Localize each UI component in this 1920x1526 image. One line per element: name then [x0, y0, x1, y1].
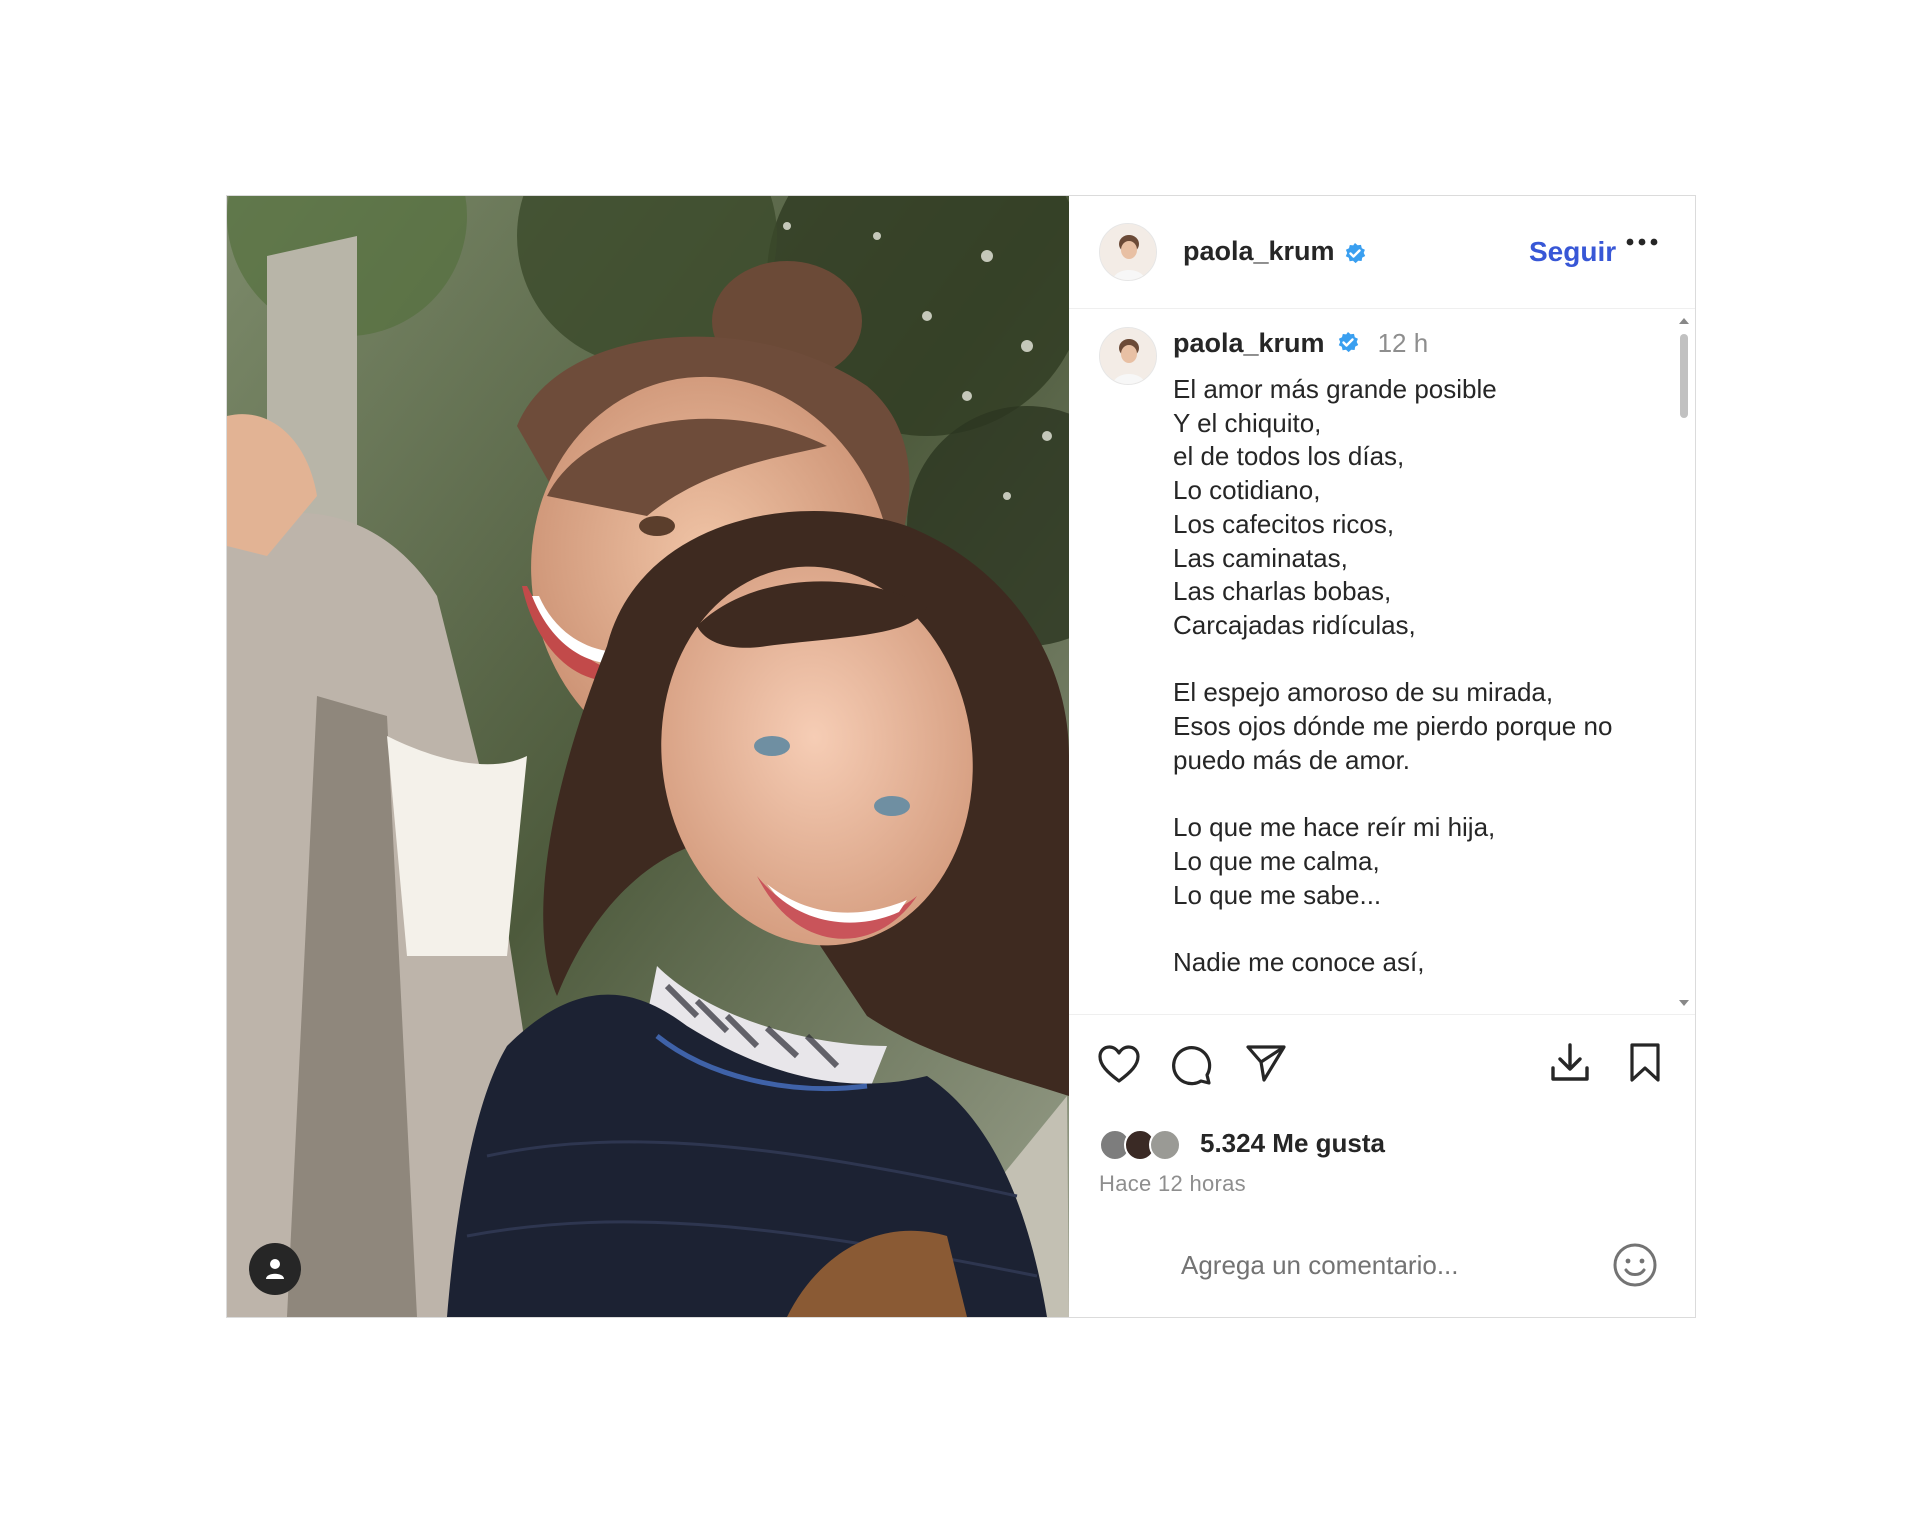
- post-header: paola_krum Seguir: [1069, 196, 1695, 309]
- caption-time[interactable]: 12 h: [1378, 328, 1429, 358]
- avatar-image: [1100, 328, 1156, 384]
- caption-line: El espejo amoroso de su mirada,: [1173, 677, 1554, 708]
- post-actions: 5.324 Me gusta Hace 12 horas: [1069, 1016, 1695, 1317]
- save-button[interactable]: [1627, 1042, 1663, 1089]
- caption-line: Los cafecitos ricos,: [1173, 508, 1395, 539]
- post-photo[interactable]: [227, 196, 1069, 1317]
- caption-scrollbar[interactable]: [1673, 310, 1695, 1014]
- caption-avatar[interactable]: [1099, 327, 1157, 385]
- caption-line: Carcajadas ridículas,: [1173, 609, 1416, 640]
- caption-line: [1173, 980, 1643, 1014]
- caption-line: Las charlas bobas,: [1173, 576, 1392, 607]
- comment-button[interactable]: [1169, 1043, 1213, 1092]
- scrollbar-graphic: [1679, 318, 1689, 1006]
- emoji-icon: [1613, 1243, 1657, 1287]
- download-icon: [1551, 1043, 1589, 1081]
- caption-line: El amor más grande posible: [1173, 374, 1497, 404]
- share-icon: [1246, 1045, 1286, 1082]
- avatar-image: [1100, 224, 1156, 280]
- caption-line: Las caminatas,: [1173, 542, 1348, 573]
- caption-header: paola_krum 12 h: [1173, 328, 1428, 359]
- share-button[interactable]: [1244, 1042, 1288, 1089]
- caption-line: el de todos los días,: [1173, 441, 1405, 472]
- more-horizontal-icon: [1626, 238, 1658, 246]
- caption-text: El amor más grande posible Y el chiquito,…: [1173, 373, 1643, 1014]
- verified-badge-icon: [1338, 331, 1359, 352]
- caption-line: puedo más de amor.: [1173, 744, 1411, 775]
- caption-line: Esos ojos dónde me pierdo porque no: [1173, 711, 1613, 742]
- post-timestamp[interactable]: Hace 12 horas: [1099, 1171, 1246, 1197]
- comment-input[interactable]: [1179, 1244, 1563, 1286]
- bookmark-icon: [1630, 1043, 1660, 1082]
- like-button[interactable]: [1097, 1044, 1141, 1089]
- heart-icon: [1098, 1045, 1140, 1083]
- comment-icon: [1172, 1046, 1212, 1086]
- caption-line: Lo cotidiano,: [1173, 475, 1321, 506]
- caption-line: Lo que me sabe...: [1173, 879, 1382, 910]
- more-options-button[interactable]: [1625, 232, 1659, 257]
- caption-area[interactable]: paola_krum 12 h El amor más grande posib…: [1069, 310, 1695, 1015]
- caption-username[interactable]: paola_krum: [1173, 328, 1325, 358]
- likes-count[interactable]: 5.324 Me gusta: [1200, 1128, 1385, 1159]
- caption-line: [1173, 643, 1643, 677]
- caption-line: Nadie me conoce así,: [1173, 946, 1425, 977]
- avatar: [1149, 1129, 1181, 1161]
- emoji-button[interactable]: [1612, 1242, 1658, 1293]
- tag-user-icon: [266, 1259, 284, 1279]
- header-username[interactable]: paola_krum: [1183, 236, 1335, 266]
- tag-user-button[interactable]: [249, 1243, 301, 1295]
- caption-line: [1173, 777, 1643, 811]
- instagram-post: paola_krum Seguir paola_krum 12 h El amo…: [226, 195, 1696, 1318]
- caption-line: Lo que me calma,: [1173, 845, 1380, 876]
- caption-line: Y ojalá ser quien lo merezca siempre: [1173, 1013, 1643, 1014]
- avatar[interactable]: [1099, 223, 1157, 281]
- caption-line: Lo que me hace reír mi hija,: [1173, 812, 1496, 843]
- scrollbar-thumb: [1680, 334, 1688, 418]
- verified-badge-icon: [1345, 242, 1366, 263]
- header-user: paola_krum: [1183, 236, 1367, 267]
- selfie-photo: [227, 196, 1069, 1317]
- caption-line: [1173, 912, 1643, 946]
- download-button[interactable]: [1549, 1042, 1591, 1089]
- post-sidebar: paola_krum Seguir paola_krum 12 h El amo…: [1069, 196, 1695, 1317]
- caption-line: Y el chiquito,: [1173, 407, 1322, 438]
- follow-button[interactable]: Seguir: [1529, 236, 1616, 268]
